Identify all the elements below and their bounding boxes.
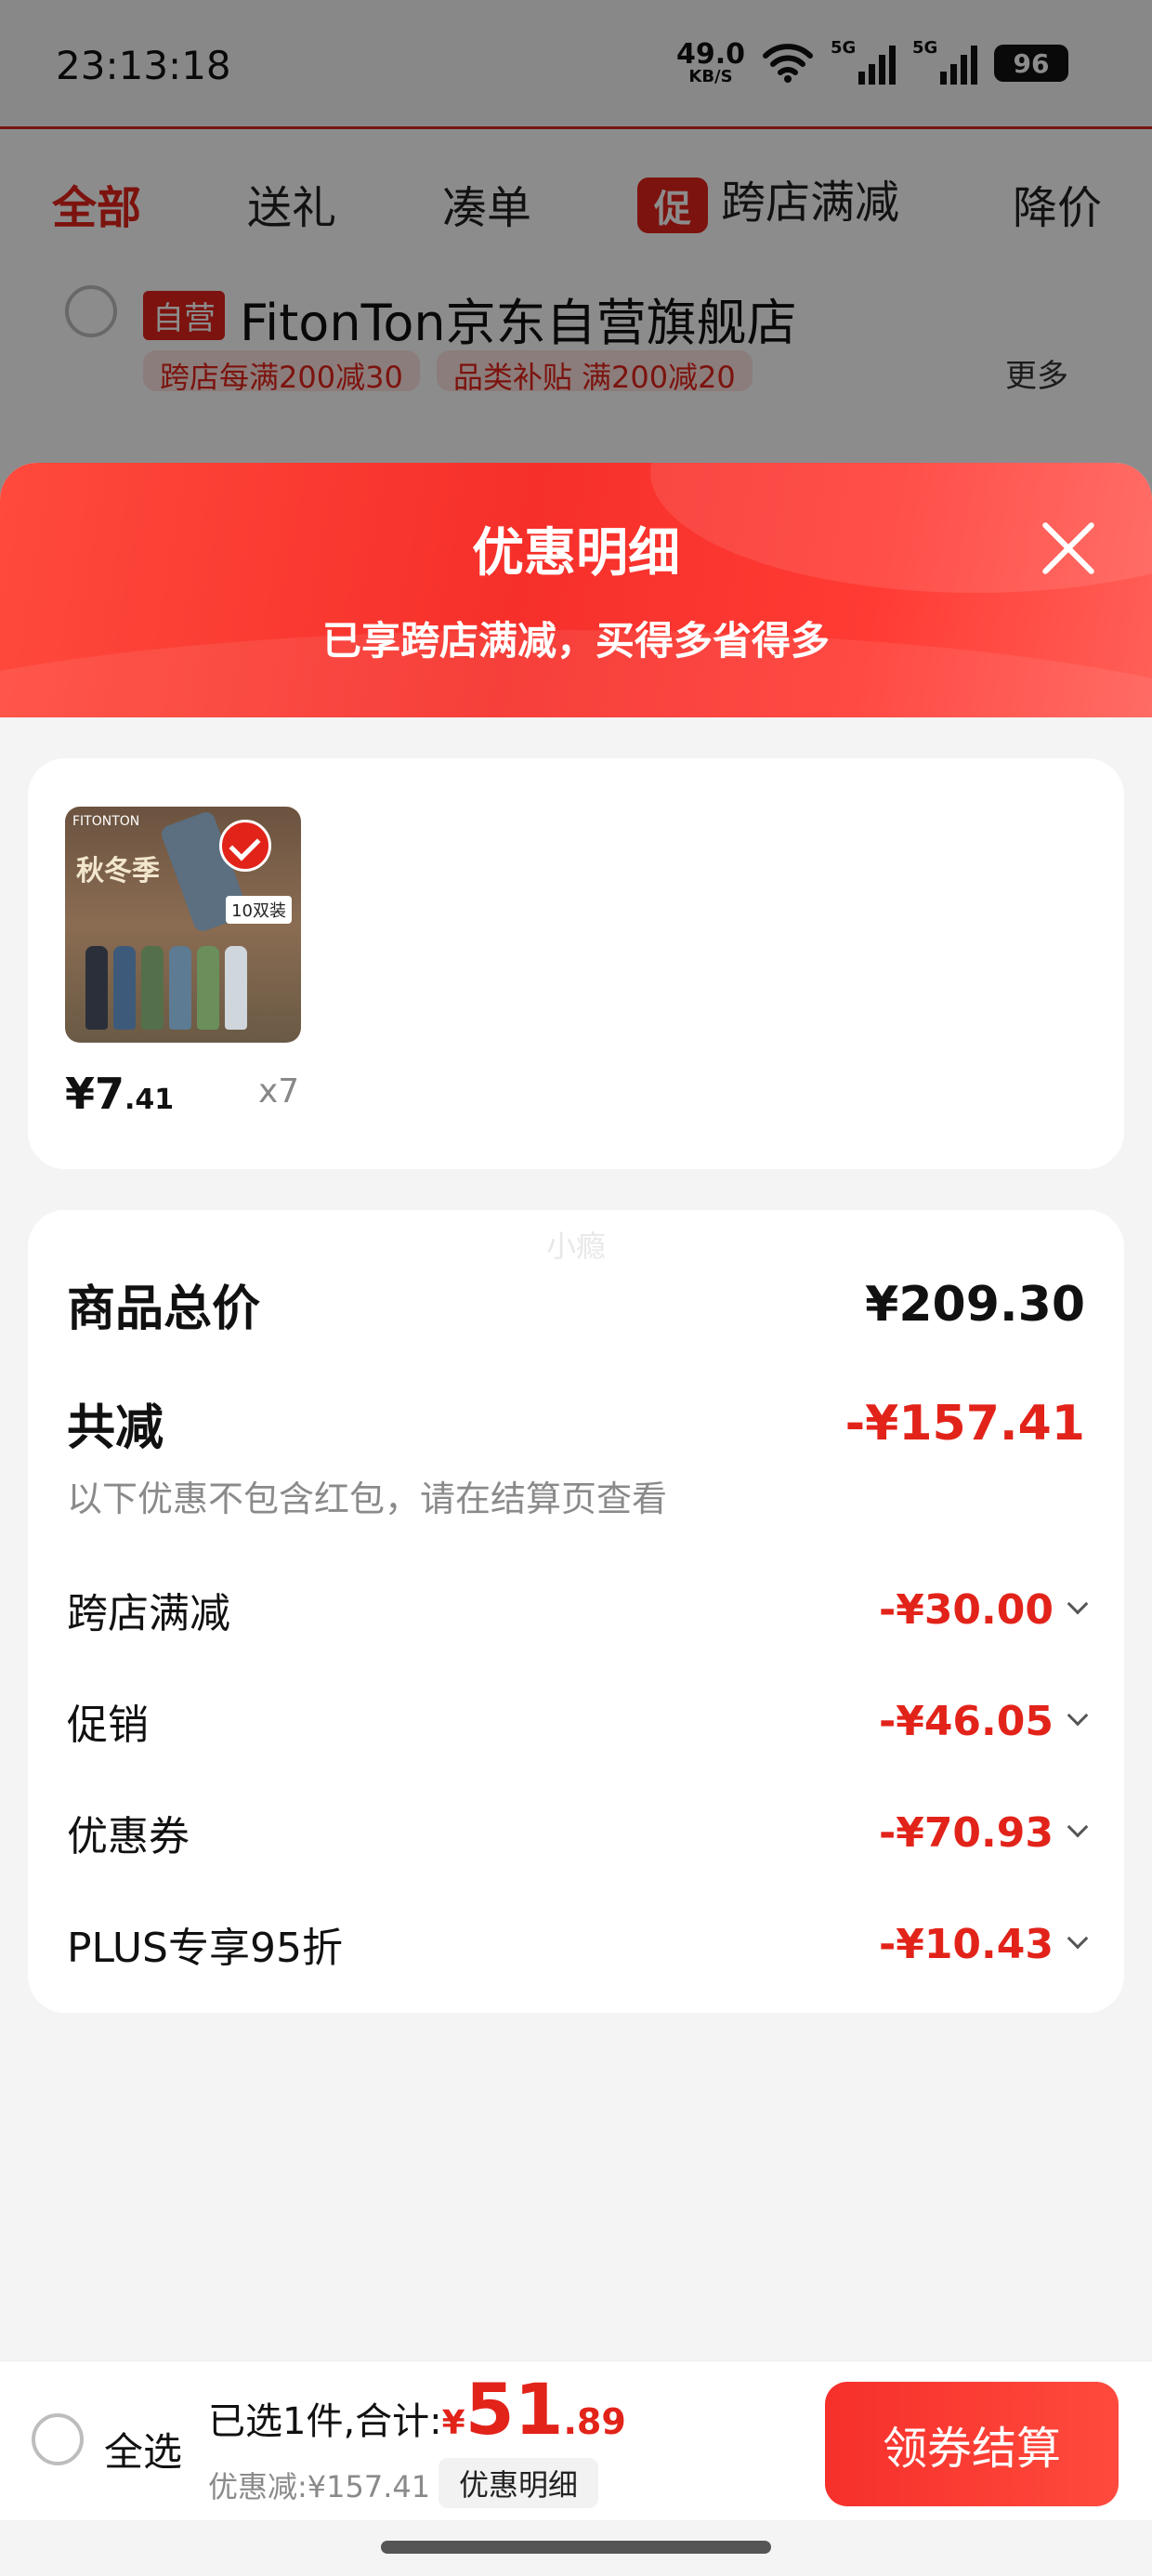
item-price-decimal: .41 <box>124 1084 175 1116</box>
discount-row-cross-store[interactable]: 跨店满减 -¥30.00 <box>67 1580 1089 1639</box>
total-reduce-value: -¥157.41 <box>844 1395 1085 1452</box>
discount-row-promotion[interactable]: 促销 -¥46.05 <box>67 1691 1089 1751</box>
product-card: FITONTON 秋冬季 10双装 ¥7.41 x7 <box>28 758 1124 1169</box>
select-all-label[interactable]: 全选 <box>104 2421 182 2477</box>
discount-detail-button[interactable]: 优惠明细 <box>439 2458 599 2508</box>
item-price: ¥7.41 <box>65 1069 174 1119</box>
total-reduce-row: 共减 -¥157.41 <box>67 1388 1085 1458</box>
total-price-value: ¥209.30 <box>865 1276 1085 1333</box>
checkout-bar: 全选 已选1件,合计: ¥ 51 .89 优惠减:¥157.41 优惠明细 领券… <box>0 2360 1152 2520</box>
total-amount-main: 51 <box>465 2368 564 2451</box>
price-summary-card: 小瘾 商品总价 ¥209.30 共减 -¥157.41 以下优惠不包含红包，请在… <box>28 1210 1124 2013</box>
total-price-label: 商品总价 <box>67 1281 261 1337</box>
home-indicator <box>381 2541 771 2554</box>
discount-label: 优惠券 <box>67 1813 190 1860</box>
discount-value: -¥30.00 <box>878 1585 1054 1634</box>
item-quantity: x7 <box>258 1072 300 1111</box>
discount-note: 以下优惠不包含红包，请在结算页查看 <box>67 1479 668 1519</box>
thumbnail-brand: FITONTON <box>72 814 140 829</box>
discount-detail-sheet: 优惠明细 已享跨店满减，买得多省得多 FITONTON 秋冬季 10双装 ¥7.… <box>0 463 1152 2576</box>
chevron-down-icon <box>1067 1593 1089 1615</box>
selected-check-icon <box>219 820 271 872</box>
select-all-radio[interactable] <box>32 2413 84 2465</box>
total-amount-decimal: .89 <box>563 2401 626 2442</box>
total-price-row: 商品总价 ¥209.30 <box>67 1269 1085 1339</box>
close-icon[interactable] <box>1039 519 1098 578</box>
discount-value: -¥70.93 <box>878 1808 1054 1857</box>
sheet-header: 优惠明细 已享跨店满减，买得多省得多 <box>0 463 1152 717</box>
discount-label: PLUS专享95折 <box>67 1925 343 1972</box>
selected-total: 已选1件,合计: ¥ 51 .89 <box>208 2374 626 2445</box>
discount-value: -¥46.05 <box>878 1697 1054 1745</box>
chevron-down-icon <box>1067 1704 1089 1727</box>
chevron-down-icon <box>1067 1816 1089 1838</box>
discount-label: 促销 <box>67 1702 149 1749</box>
discount-value: -¥10.43 <box>878 1920 1054 1968</box>
discount-row-plus[interactable]: PLUS专享95折 -¥10.43 <box>67 1914 1089 1974</box>
total-reduce-label: 共减 <box>67 1400 164 1456</box>
watermark: 小瘾 <box>545 1229 606 1264</box>
sheet-title: 优惠明细 <box>472 523 680 584</box>
discount-summary: 优惠减:¥157.41 <box>208 2469 431 2504</box>
chevron-down-icon <box>1067 1927 1089 1950</box>
selected-text: 已选1件,合计: <box>208 2400 442 2443</box>
checkout-button[interactable]: 领券结算 <box>825 2382 1119 2506</box>
total-currency: ¥ <box>441 2404 465 2442</box>
discount-row-coupon[interactable]: 优惠券 -¥70.93 <box>67 1803 1089 1862</box>
discount-label: 跨店满减 <box>67 1590 230 1637</box>
thumbnail-text: 秋冬季 <box>76 855 160 887</box>
item-price-main: ¥7 <box>65 1069 125 1119</box>
sheet-subtitle: 已享跨店满减，买得多省得多 <box>321 618 830 664</box>
thumbnail-pairs: 10双装 <box>226 896 292 924</box>
